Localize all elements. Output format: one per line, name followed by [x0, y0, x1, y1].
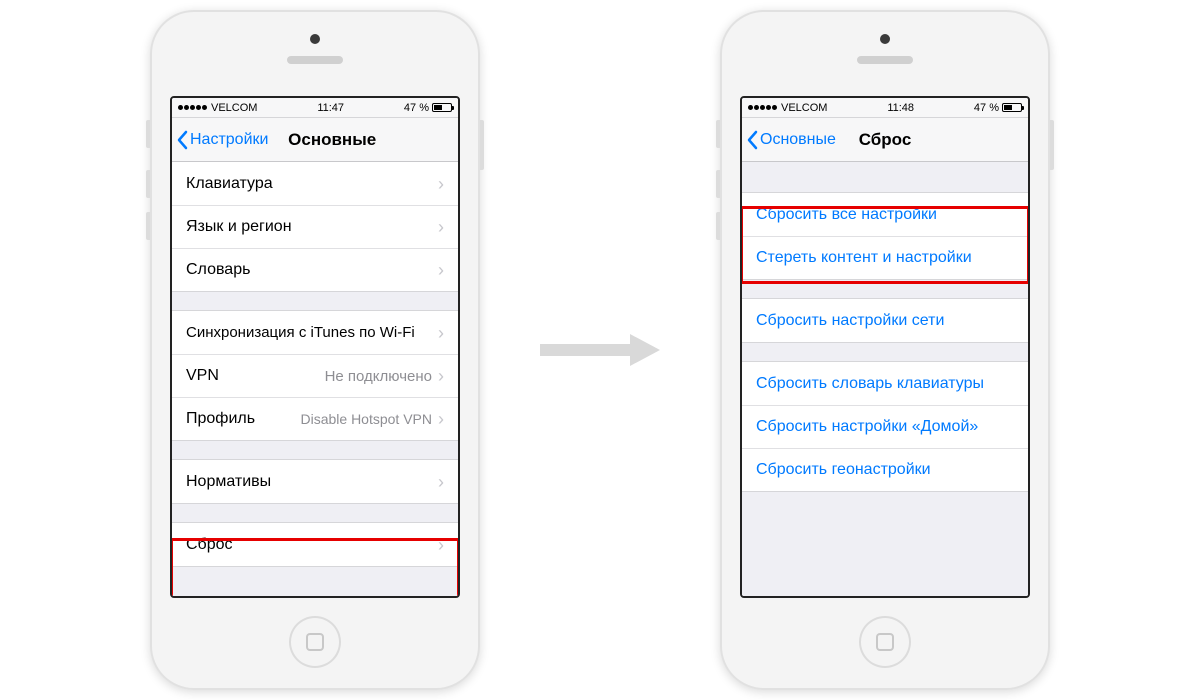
back-label: Настройки: [190, 131, 268, 149]
cell-label: Сброс: [186, 536, 438, 554]
phone-right: VELCOM 11:48 47 % Основные Сброс Сбр: [720, 10, 1050, 690]
camera-dot: [880, 34, 890, 44]
signal-dots-icon: [178, 105, 207, 110]
chevron-left-icon: [746, 130, 758, 150]
chevron-right-icon: ›: [438, 367, 444, 385]
group-regulatory: Нормативы ›: [172, 459, 458, 504]
nav-bar: Настройки Основные: [172, 118, 458, 162]
cell-label: Профиль: [186, 410, 300, 428]
cell-label: Стереть контент и настройки: [756, 249, 1014, 267]
cell-label: Сбросить настройки сети: [756, 312, 1014, 330]
nav-bar: Основные Сброс: [742, 118, 1028, 162]
group-language: Клавиатура › Язык и регион › Словарь ›: [172, 162, 458, 292]
cell-label: Синхронизация с iTunes по Wi-Fi: [186, 324, 438, 341]
cell-detail: Disable Hotspot VPN: [300, 411, 432, 427]
status-bar: VELCOM 11:48 47 %: [742, 98, 1028, 118]
battery-icon: [1002, 103, 1022, 112]
back-label: Основные: [760, 131, 836, 149]
signal-dots-icon: [748, 105, 777, 110]
screen-left: VELCOM 11:47 47 % Настройки Основные: [170, 96, 460, 598]
arrow-icon: [540, 330, 660, 370]
phone-left: VELCOM 11:47 47 % Настройки Основные: [150, 10, 480, 690]
cell-dictionary[interactable]: Словарь ›: [172, 248, 458, 291]
back-button[interactable]: Основные: [742, 130, 836, 150]
cell-detail: Не подключено: [325, 368, 432, 385]
speaker-slot: [857, 56, 913, 64]
nav-title: Сброс: [859, 130, 912, 150]
cell-label: Язык и регион: [186, 218, 438, 236]
cell-profile[interactable]: Профиль Disable Hotspot VPN ›: [172, 397, 458, 440]
cell-reset-all-settings[interactable]: Сбросить все настройки: [742, 193, 1028, 236]
cell-label: Сбросить настройки «Домой»: [756, 418, 1014, 436]
cell-label: Клавиатура: [186, 175, 438, 193]
camera-dot: [310, 34, 320, 44]
group-reset-all: Сбросить все настройки Стереть контент и…: [742, 192, 1028, 280]
group-reset-other: Сбросить словарь клавиатуры Сбросить нас…: [742, 361, 1028, 492]
chevron-right-icon: ›: [438, 473, 444, 491]
cell-reset-home-layout[interactable]: Сбросить настройки «Домой»: [742, 405, 1028, 448]
content-right: Сбросить все настройки Стереть контент и…: [742, 162, 1028, 596]
chevron-left-icon: [176, 130, 188, 150]
content-left: Клавиатура › Язык и регион › Словарь › С…: [172, 162, 458, 596]
cell-erase-content-settings[interactable]: Стереть контент и настройки: [742, 236, 1028, 279]
cell-label: VPN: [186, 367, 325, 385]
chevron-right-icon: ›: [438, 410, 444, 428]
clock-label: 11:48: [887, 102, 914, 114]
cell-label: Сбросить геонастройки: [756, 461, 1014, 479]
back-button[interactable]: Настройки: [172, 130, 268, 150]
cell-keyboard[interactable]: Клавиатура ›: [172, 162, 458, 205]
cell-reset-location[interactable]: Сбросить геонастройки: [742, 448, 1028, 491]
cell-reset[interactable]: Сброс ›: [172, 523, 458, 566]
cell-itunes-wifi-sync[interactable]: Синхронизация с iTunes по Wi-Fi ›: [172, 311, 458, 354]
cell-label: Словарь: [186, 261, 438, 279]
clock-label: 11:47: [317, 102, 344, 114]
battery-icon: [432, 103, 452, 112]
chevron-right-icon: ›: [438, 536, 444, 554]
group-reset-network: Сбросить настройки сети: [742, 298, 1028, 343]
carrier-label: VELCOM: [781, 102, 827, 114]
cell-regulatory[interactable]: Нормативы ›: [172, 460, 458, 503]
home-button[interactable]: [859, 616, 911, 668]
screen-right: VELCOM 11:48 47 % Основные Сброс Сбр: [740, 96, 1030, 598]
status-bar: VELCOM 11:47 47 %: [172, 98, 458, 118]
home-button[interactable]: [289, 616, 341, 668]
carrier-label: VELCOM: [211, 102, 257, 114]
cell-reset-network[interactable]: Сбросить настройки сети: [742, 299, 1028, 342]
chevron-right-icon: ›: [438, 175, 444, 193]
chevron-right-icon: ›: [438, 324, 444, 342]
cell-vpn[interactable]: VPN Не подключено ›: [172, 354, 458, 397]
cell-language-region[interactable]: Язык и регион ›: [172, 205, 458, 248]
battery-percent: 47 %: [974, 102, 999, 114]
speaker-slot: [287, 56, 343, 64]
cell-label: Сбросить словарь клавиатуры: [756, 375, 1014, 393]
cell-label: Нормативы: [186, 473, 438, 491]
group-network: Синхронизация с iTunes по Wi-Fi › VPN Не…: [172, 310, 458, 441]
chevron-right-icon: ›: [438, 261, 444, 279]
cell-label: Сбросить все настройки: [756, 206, 1014, 224]
cell-reset-keyboard-dict[interactable]: Сбросить словарь клавиатуры: [742, 362, 1028, 405]
group-reset: Сброс ›: [172, 522, 458, 567]
nav-title: Основные: [288, 130, 376, 150]
chevron-right-icon: ›: [438, 218, 444, 236]
battery-percent: 47 %: [404, 102, 429, 114]
